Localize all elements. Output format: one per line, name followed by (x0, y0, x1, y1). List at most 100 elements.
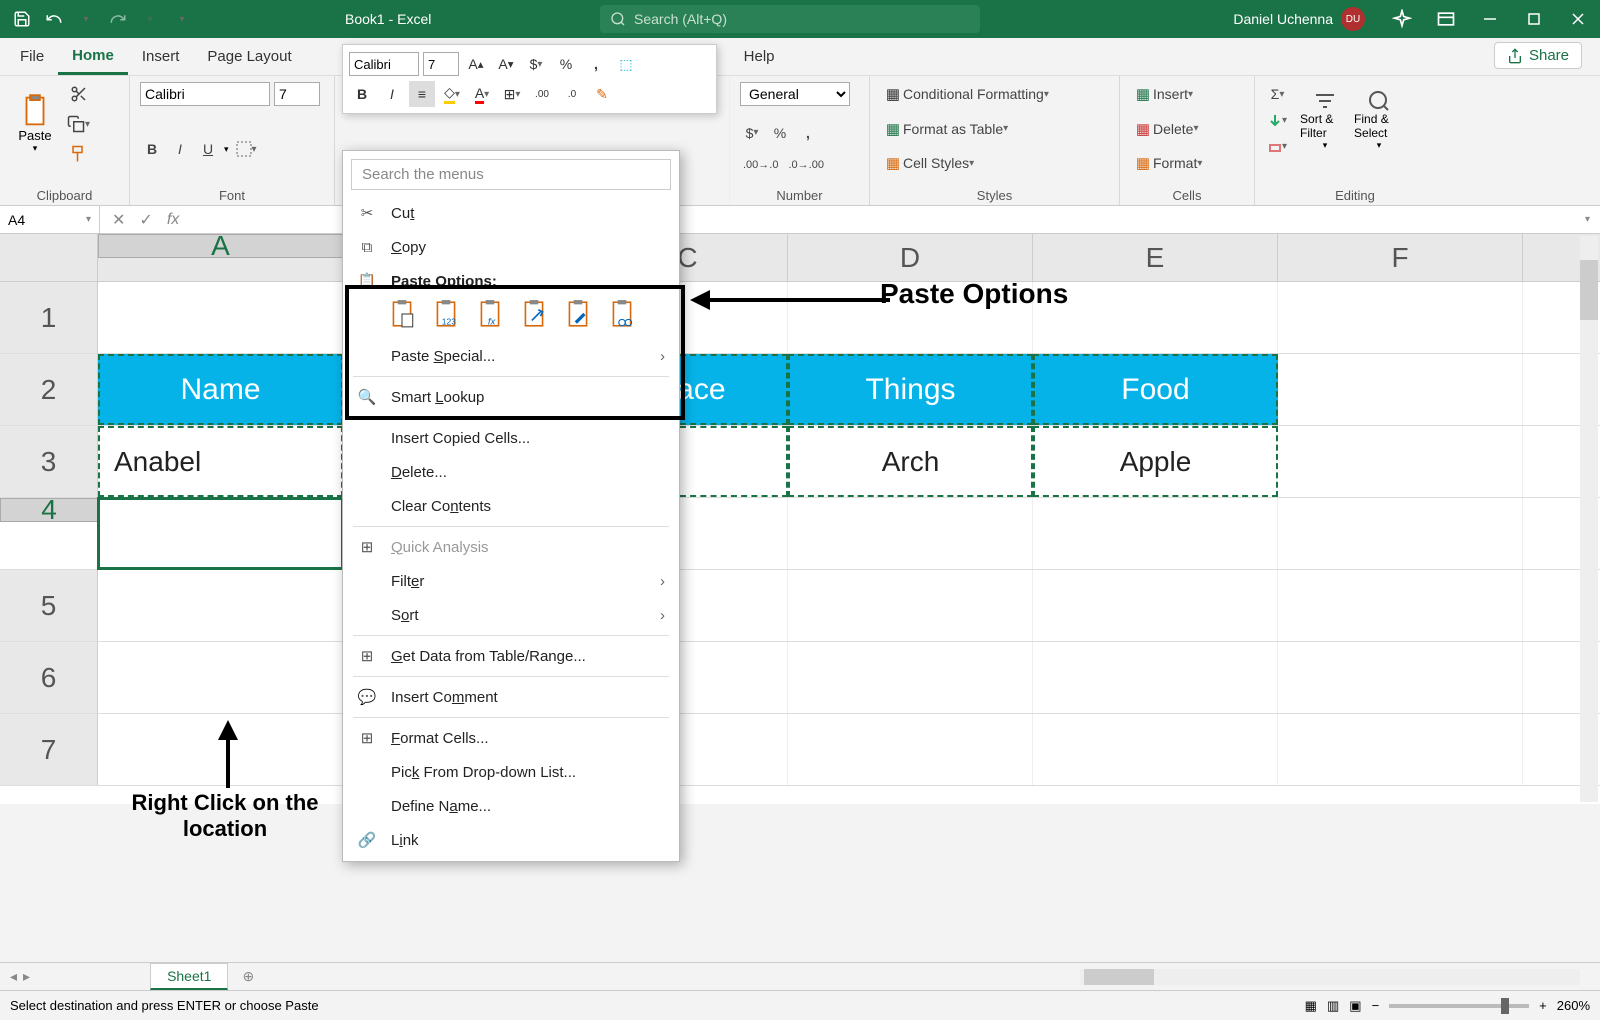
tab-home[interactable]: Home (58, 39, 128, 75)
copy-icon[interactable] (64, 112, 93, 136)
row-header-7[interactable]: 7 (0, 714, 98, 785)
menu-insert-copied[interactable]: Insert Copied Cells... (343, 421, 679, 455)
menu-paste-special[interactable]: Paste Special...› (343, 339, 679, 373)
zoom-in-button[interactable]: + (1539, 998, 1547, 1013)
ribbon-display-icon[interactable] (1424, 0, 1468, 38)
select-all-corner[interactable] (0, 234, 98, 281)
paste-transpose-icon[interactable] (517, 297, 551, 331)
mini-italic-button[interactable]: I (379, 81, 405, 107)
view-page-break-icon[interactable]: ▣ (1349, 998, 1361, 1014)
currency-button[interactable]: $ (740, 121, 764, 145)
italic-button[interactable]: I (168, 137, 192, 161)
view-page-layout-icon[interactable]: ▥ (1327, 998, 1339, 1014)
zoom-out-button[interactable]: − (1372, 998, 1380, 1013)
autosum-button[interactable]: Σ (1265, 82, 1290, 106)
cell-a3[interactable]: Anabel (98, 426, 343, 497)
save-icon[interactable] (8, 5, 36, 33)
cell-a4[interactable] (98, 498, 343, 569)
formula-expand-icon[interactable]: ▾ (1575, 214, 1600, 225)
font-name-select[interactable] (140, 82, 270, 106)
redo-dropdown[interactable] (136, 5, 164, 33)
paste-formatting-icon[interactable] (561, 297, 595, 331)
mini-fill-color-button[interactable]: ◇ (439, 81, 465, 107)
row-header-1[interactable]: 1 (0, 282, 98, 353)
cell-styles-button[interactable]: ▦ Cell Styles (880, 151, 977, 175)
increase-decimal-button[interactable]: .00→.0 (740, 153, 781, 177)
paste-all-icon[interactable] (385, 297, 419, 331)
cut-icon[interactable] (64, 82, 93, 106)
view-normal-icon[interactable]: ▦ (1305, 998, 1317, 1014)
col-header-e[interactable]: E (1033, 234, 1278, 281)
row-header-3[interactable]: 3 (0, 426, 98, 497)
menu-define-name[interactable]: Define Name... (343, 789, 679, 823)
user-account[interactable]: Daniel Uchenna DU (1233, 7, 1365, 31)
menu-clear-contents[interactable]: Clear Contents (343, 489, 679, 523)
mini-increase-font-icon[interactable]: A▴ (463, 51, 489, 77)
maximize-icon[interactable] (1512, 0, 1556, 38)
horizontal-scrollbar[interactable] (1080, 969, 1580, 985)
decrease-decimal-button[interactable]: .0→.00 (785, 153, 826, 177)
new-sheet-button[interactable]: ⊕ (228, 968, 268, 985)
find-select-button[interactable]: Find & Select▾ (1354, 83, 1404, 157)
cell-d2[interactable]: Things (788, 354, 1033, 425)
zoom-level[interactable]: 260% (1557, 998, 1590, 1013)
mini-font-size[interactable] (423, 52, 459, 76)
borders-button[interactable] (233, 137, 260, 161)
sheet-nav-first-icon[interactable]: ◂ (10, 968, 17, 985)
cell-e3[interactable]: Apple (1033, 426, 1278, 497)
row-header-6[interactable]: 6 (0, 642, 98, 713)
mini-font-name[interactable] (349, 52, 419, 76)
mini-percent-button[interactable]: % (553, 51, 579, 77)
share-button[interactable]: Share (1494, 42, 1582, 69)
mode-icon[interactable] (1380, 0, 1424, 38)
conditional-formatting-button[interactable]: ▦ Conditional Formatting (880, 82, 1052, 106)
row-header-4[interactable]: 4 (0, 498, 98, 522)
menu-cut[interactable]: ✂Cut (343, 196, 679, 230)
qat-customize[interactable] (168, 5, 196, 33)
close-icon[interactable] (1556, 0, 1600, 38)
worksheet-grid[interactable]: A B C D E F 1 2 Name Animal Place Things… (0, 234, 1600, 804)
tab-insert[interactable]: Insert (128, 40, 194, 73)
mini-increase-decimal-button[interactable]: .00 (529, 81, 555, 107)
cancel-formula-icon[interactable]: ✕ (112, 210, 125, 230)
paste-link-icon[interactable] (605, 297, 639, 331)
col-header-a[interactable]: A (98, 234, 343, 258)
fx-icon[interactable]: fx (167, 211, 179, 229)
context-search-input[interactable]: Search the menus (351, 159, 671, 190)
underline-button[interactable]: U (196, 137, 220, 161)
menu-filter[interactable]: Filter› (343, 564, 679, 598)
menu-link[interactable]: 🔗Link (343, 823, 679, 857)
name-box[interactable]: A4▾ (0, 206, 100, 233)
mini-borders-button[interactable]: ⊞ (499, 81, 525, 107)
insert-cells-button[interactable]: ▦ Insert (1130, 82, 1196, 106)
font-size-select[interactable] (274, 82, 320, 106)
format-as-table-button[interactable]: ▦ Format as Table (880, 117, 1011, 141)
undo-icon[interactable] (40, 5, 68, 33)
mini-merge-icon[interactable]: ⬚ (613, 51, 639, 77)
sheet-tab-sheet1[interactable]: Sheet1 (150, 963, 228, 990)
col-header-f[interactable]: F (1278, 234, 1523, 281)
mini-format-painter-icon[interactable]: ✎ (589, 81, 615, 107)
menu-get-data[interactable]: ⊞Get Data from Table/Range... (343, 639, 679, 673)
mini-decrease-font-icon[interactable]: A▾ (493, 51, 519, 77)
redo-icon[interactable] (104, 5, 132, 33)
comma-button[interactable]: , (796, 121, 820, 145)
number-format-select[interactable]: General (740, 82, 850, 106)
menu-copy[interactable]: ⧉Copy (343, 230, 679, 264)
enter-formula-icon[interactable]: ✓ (139, 210, 152, 230)
col-header-d[interactable]: D (788, 234, 1033, 281)
mini-comma-button[interactable]: , (583, 51, 609, 77)
delete-cells-button[interactable]: ▦ Delete (1130, 117, 1202, 141)
zoom-slider[interactable] (1389, 1004, 1529, 1008)
mini-bold-button[interactable]: B (349, 81, 375, 107)
sort-filter-button[interactable]: Sort & Filter▾ (1300, 83, 1350, 157)
tab-file[interactable]: File (6, 40, 58, 73)
menu-sort[interactable]: Sort› (343, 598, 679, 632)
cell-e2[interactable]: Food (1033, 354, 1278, 425)
bold-button[interactable]: B (140, 137, 164, 161)
format-cells-button[interactable]: ▦ Format (1130, 151, 1205, 175)
row-header-2[interactable]: 2 (0, 354, 98, 425)
search-box[interactable]: Search (Alt+Q) (600, 5, 980, 33)
paste-button[interactable]: Paste ▾ (10, 87, 60, 161)
cell-a1[interactable] (98, 282, 343, 353)
